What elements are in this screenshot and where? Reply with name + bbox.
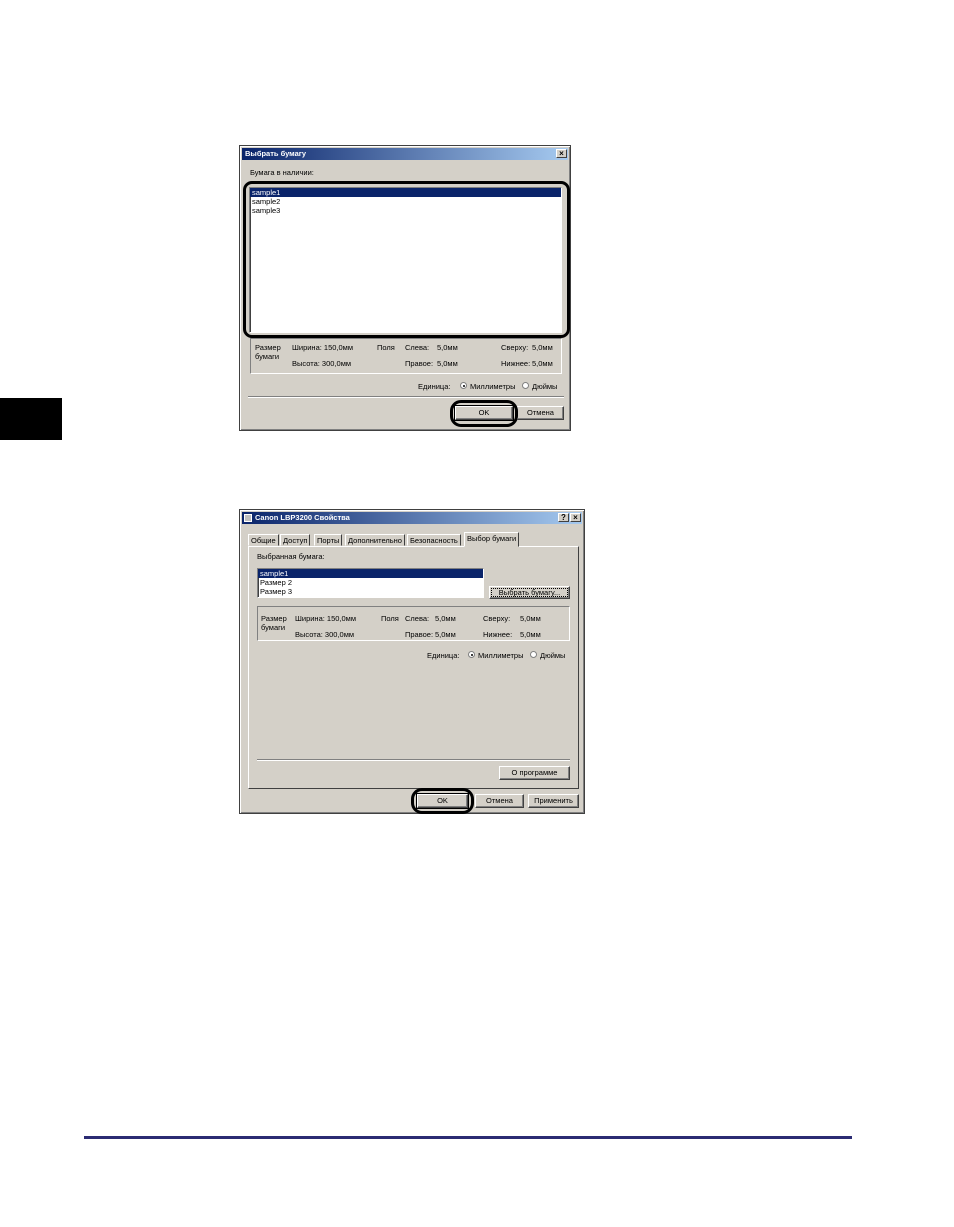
margin-right-label: Правое: xyxy=(405,359,434,368)
margin-left-value: 5,0мм xyxy=(437,343,458,352)
footer-rule xyxy=(84,1136,852,1139)
separator xyxy=(257,759,570,761)
paper-width: Ширина: 150,0мм xyxy=(292,343,353,352)
apply-button[interactable]: Применить xyxy=(528,794,579,808)
unit-inch-radio[interactable] xyxy=(522,382,529,389)
cancel-button[interactable]: Отмена xyxy=(475,794,524,808)
margins-label: Поля xyxy=(377,343,395,352)
margin-right-label: Правое: xyxy=(405,630,434,639)
select-paper-dialog: Выбрать бумагу × Бумага в наличии: sampl… xyxy=(239,145,571,431)
unit-mm-label[interactable]: Миллиметры xyxy=(470,382,515,391)
list-item[interactable]: Размер 3 xyxy=(258,587,483,596)
selected-paper-list[interactable]: sample1 Размер 2 Размер 3 xyxy=(257,568,484,598)
about-button[interactable]: О программе xyxy=(499,766,570,780)
choose-paper-button[interactable]: Выбрать бумагу... xyxy=(489,586,570,599)
paper-size-label: Размер бумаги xyxy=(255,343,281,361)
margin-right-value: 5,0мм xyxy=(435,630,456,639)
margin-bottom-value: 5,0мм xyxy=(520,630,541,639)
margin-left-label: Слева: xyxy=(405,343,430,352)
ok-highlight-callout xyxy=(411,788,474,814)
margin-bottom-label: Нижнее: xyxy=(483,630,513,639)
select-paper-titlebar: Выбрать бумагу × xyxy=(242,148,568,160)
margin-top-label: Сверху: xyxy=(501,343,529,352)
list-item[interactable]: Размер 2 xyxy=(258,578,483,587)
unit-mm-label[interactable]: Миллиметры xyxy=(478,651,523,660)
margin-top-value: 5,0мм xyxy=(532,343,553,352)
unit-mm-radio[interactable] xyxy=(460,382,467,389)
margin-right-value: 5,0мм xyxy=(437,359,458,368)
unit-label: Единица: xyxy=(427,651,460,660)
paper-width: Ширина: 150,0мм xyxy=(295,614,356,623)
list-item[interactable]: sample1 xyxy=(258,569,483,578)
margin-top-value: 5,0мм xyxy=(520,614,541,623)
margins-label: Поля xyxy=(381,614,399,623)
tab-sharing[interactable]: Доступ xyxy=(280,534,311,546)
help-icon[interactable]: ? xyxy=(558,513,569,522)
dialog-title: Canon LBP3200 Свойства xyxy=(255,513,350,522)
list-highlight-callout xyxy=(243,181,570,338)
printer-icon xyxy=(244,514,252,522)
margin-bottom-value: 5,0мм xyxy=(532,359,553,368)
tab-ports[interactable]: Порты xyxy=(314,534,343,546)
paper-height: Высота: 300,0мм xyxy=(295,630,355,639)
close-icon[interactable]: × xyxy=(556,149,567,158)
tab-security[interactable]: Безопасность xyxy=(407,534,461,546)
margin-left-label: Слева: xyxy=(405,614,430,623)
ok-highlight-callout xyxy=(450,400,518,427)
unit-inch-radio[interactable] xyxy=(530,651,537,658)
properties-titlebar: Canon LBP3200 Свойства ? × xyxy=(242,512,582,524)
close-icon[interactable]: × xyxy=(570,513,581,522)
selected-paper-label: Выбранная бумага: xyxy=(257,552,325,561)
tab-strip: Общие Доступ Порты Дополнительно Безопас… xyxy=(248,532,578,547)
tab-paper-selection[interactable]: Выбор бумаги xyxy=(464,532,520,547)
unit-inch-label[interactable]: Дюймы xyxy=(532,382,557,391)
margin-top-label: Сверху: xyxy=(483,614,511,623)
dialog-title: Выбрать бумагу xyxy=(245,149,307,158)
tab-general[interactable]: Общие xyxy=(248,534,279,546)
margin-bottom-label: Нижнее: xyxy=(501,359,531,368)
separator xyxy=(248,396,564,398)
paper-size-label: Размер бумаги xyxy=(261,614,287,632)
unit-inch-label[interactable]: Дюймы xyxy=(540,651,565,660)
cancel-button[interactable]: Отмена xyxy=(517,406,564,420)
tab-advanced[interactable]: Дополнительно xyxy=(345,534,405,546)
printer-properties-dialog: Canon LBP3200 Свойства ? × Общие Доступ … xyxy=(239,509,585,814)
margin-left-value: 5,0мм xyxy=(435,614,456,623)
chapter-tab-marker xyxy=(0,398,62,440)
unit-label: Единица: xyxy=(418,382,451,391)
unit-mm-radio[interactable] xyxy=(468,651,475,658)
paper-list-label: Бумага в наличии: xyxy=(250,168,314,177)
paper-height: Высота: 300,0мм xyxy=(292,359,352,368)
